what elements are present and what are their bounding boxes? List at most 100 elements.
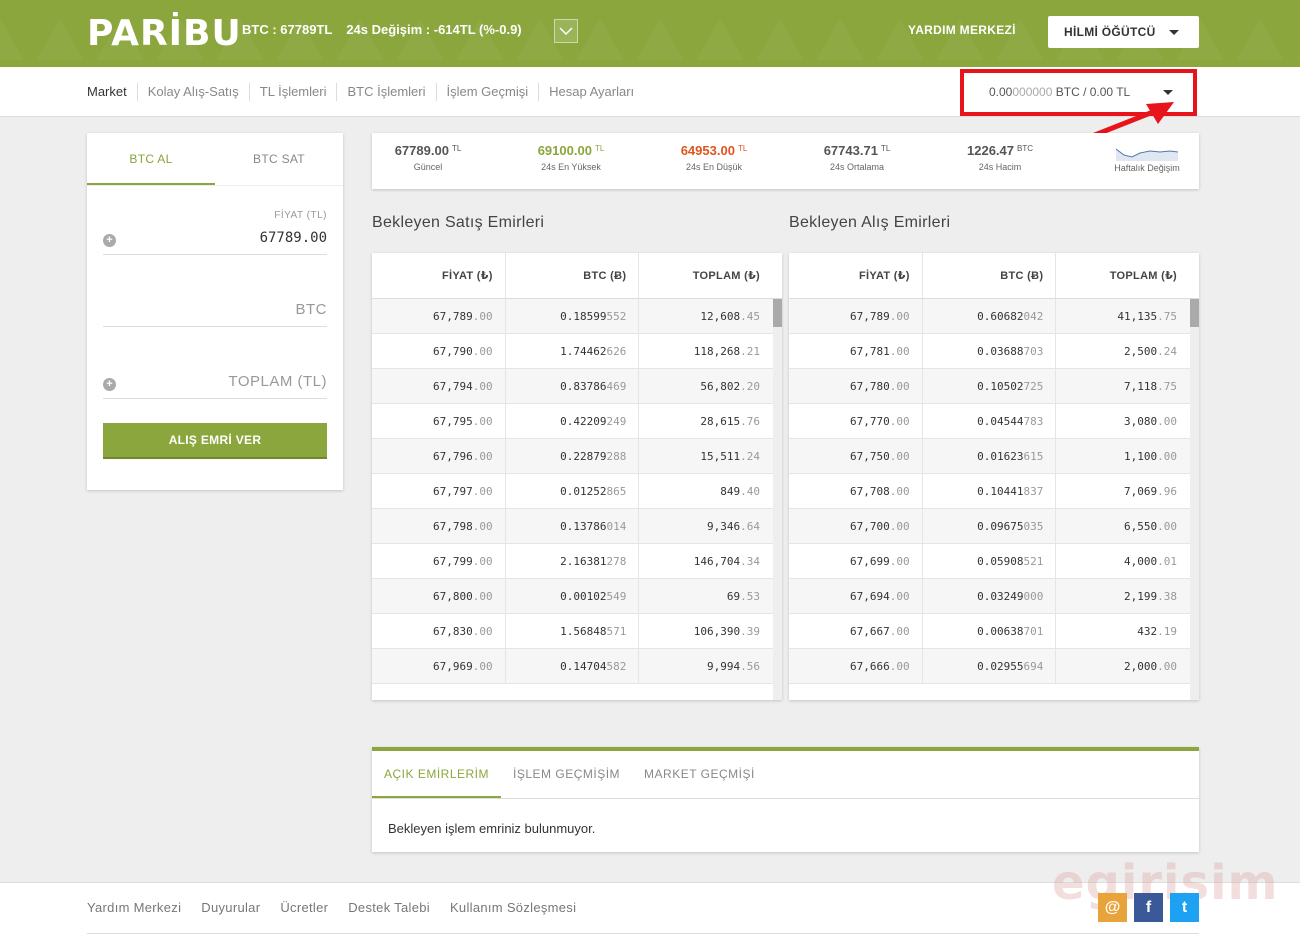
- cell-value: 2,199: [1124, 590, 1158, 603]
- sparkline-chart: [1116, 148, 1178, 161]
- btc-amount-field[interactable]: BTC: [103, 296, 327, 327]
- order-row[interactable]: 67,830.00 1.56848571 106,390.39: [372, 614, 782, 649]
- cell-value: 0.04544: [977, 415, 1024, 428]
- cell-value: 0.00102: [560, 590, 607, 603]
- order-row[interactable]: 67,798.00 0.13786014 9,346.64: [372, 509, 782, 544]
- total-input[interactable]: TOPLAM (TL): [228, 373, 327, 390]
- cell-value: 2,500: [1124, 345, 1158, 358]
- cell-value: 0.03249: [977, 590, 1024, 603]
- cell-decimals: .00: [472, 590, 493, 603]
- order-row[interactable]: 67,795.00 0.42209249 28,615.76: [372, 404, 782, 439]
- footer-link-3[interactable]: Ücretler: [280, 900, 328, 915]
- place-buy-order-button[interactable]: ALIŞ EMRİ VER: [103, 423, 327, 459]
- caret-down-icon: [1169, 30, 1179, 35]
- btc-amount-input[interactable]: BTC: [296, 301, 328, 318]
- order-row[interactable]: 67,700.00 0.09675035 6,550.00: [789, 509, 1199, 544]
- nav-item-6[interactable]: Hesap Ayarları: [538, 83, 644, 101]
- column-header[interactable]: TOPLAM (₺): [639, 253, 782, 298]
- order-row[interactable]: 67,790.00 1.74462626 118,268.21: [372, 334, 782, 369]
- cell-value: 0.03688: [977, 345, 1024, 358]
- cell-value: 432: [1137, 625, 1158, 638]
- footer-links: Yardım Merkezi Duyurular Ücretler Destek Ta…: [87, 900, 596, 915]
- total-field[interactable]: + TOPLAM (TL): [103, 368, 327, 399]
- cell-value: 1.74462: [560, 345, 607, 358]
- column-header[interactable]: BTC (Ƀ): [923, 253, 1057, 298]
- tab-orders-1[interactable]: AÇIK EMİRLERİM: [372, 751, 502, 798]
- cell-decimals: .56: [740, 660, 761, 673]
- order-cell: 2,500.24: [1056, 334, 1199, 368]
- order-row[interactable]: 67,781.00 0.03688703 2,500.24: [789, 334, 1199, 369]
- order-row[interactable]: 67,667.00 0.00638701 432.19: [789, 614, 1199, 649]
- order-cell: 0.10502725: [923, 369, 1057, 403]
- order-row[interactable]: 67,770.00 0.04544783 3,080.00: [789, 404, 1199, 439]
- cell-value: 67,794: [433, 380, 473, 393]
- footer-link-2[interactable]: Duyurular: [201, 900, 260, 915]
- nav-item-5[interactable]: İşlem Geçmişi: [435, 83, 539, 101]
- scrollbar-track[interactable]: [773, 299, 782, 700]
- order-row[interactable]: 67,797.00 0.01252865 849.40: [372, 474, 782, 509]
- order-row[interactable]: 67,800.00 0.00102549 69.53: [372, 579, 782, 614]
- order-row[interactable]: 67,780.00 0.10502725 7,118.75: [789, 369, 1199, 404]
- order-cell: 1.56848571: [506, 614, 640, 648]
- scrollbar-thumb[interactable]: [1190, 299, 1199, 327]
- nav-item-4[interactable]: BTC İşlemleri: [336, 83, 435, 101]
- tab-orders-2[interactable]: İŞLEM GEÇMİŞİM: [501, 751, 632, 798]
- column-header[interactable]: TOPLAM (₺): [1056, 253, 1199, 298]
- nav-item-1[interactable]: Market: [87, 83, 137, 101]
- user-menu-button[interactable]: HİLMİ ÖĞÜTCÜ: [1048, 16, 1199, 48]
- tab-btc-sell[interactable]: BTC SAT: [215, 133, 343, 185]
- column-header[interactable]: FİYAT (₺): [372, 253, 506, 298]
- order-row[interactable]: 67,694.00 0.03249000 2,199.38: [789, 579, 1199, 614]
- order-row[interactable]: 67,796.00 0.22879288 15,511.24: [372, 439, 782, 474]
- price-input[interactable]: 67789.00: [260, 230, 327, 246]
- order-row[interactable]: 67,666.00 0.02955694 2,000.00: [789, 649, 1199, 684]
- footer-link-1[interactable]: Yardım Merkezi: [87, 900, 181, 915]
- tab-btc-buy[interactable]: BTC AL: [87, 133, 215, 185]
- order-row[interactable]: 67,969.00 0.14704582 9,994.56: [372, 649, 782, 684]
- order-row[interactable]: 67,789.00 0.60682042 41,135.75: [789, 299, 1199, 334]
- order-cell: 67,969.00: [372, 649, 506, 683]
- nav-item-3[interactable]: TL İşlemleri: [248, 83, 337, 101]
- footer-link-5[interactable]: Kullanım Sözleşmesi: [450, 900, 576, 915]
- order-cell: 2,199.38: [1056, 579, 1199, 613]
- order-row[interactable]: 67,799.00 2.16381278 146,704.34: [372, 544, 782, 579]
- stat-value: 64953.00 TL: [668, 143, 760, 158]
- order-cell: 28,615.76: [639, 404, 782, 438]
- scrollbar-thumb[interactable]: [773, 299, 782, 327]
- weekly-change-stat[interactable]: Haftalık Değişim: [1102, 143, 1192, 173]
- cell-value: 67,700: [850, 520, 890, 533]
- facebook-icon[interactable]: f: [1134, 893, 1163, 922]
- cell-decimals: .00: [1157, 660, 1178, 673]
- plus-circle-icon[interactable]: +: [103, 234, 116, 247]
- email-icon[interactable]: @: [1098, 893, 1127, 922]
- cell-value: 9,994: [707, 660, 741, 673]
- cell-value: 4,000: [1124, 555, 1158, 568]
- column-header[interactable]: BTC (Ƀ): [506, 253, 640, 298]
- nav-item-2[interactable]: Kolay Alış-Satış: [136, 83, 249, 101]
- order-cell: 146,704.34: [639, 544, 782, 578]
- column-header[interactable]: FİYAT (₺): [789, 253, 923, 298]
- order-row[interactable]: 67,750.00 0.01623615 1,100.00: [789, 439, 1199, 474]
- order-cell: 0.18599552: [506, 299, 640, 333]
- help-center-link[interactable]: YARDIM MERKEZİ: [908, 23, 1016, 37]
- ticker-dropdown-button[interactable]: [554, 19, 578, 43]
- order-row[interactable]: 67,794.00 0.83786469 56,802.20: [372, 369, 782, 404]
- order-row[interactable]: 67,699.00 0.05908521 4,000.01: [789, 544, 1199, 579]
- stat-value: 1226.47 BTC: [954, 143, 1046, 158]
- price-field[interactable]: FİYAT (TL) + 67789.00: [103, 208, 327, 255]
- scrollbar-track[interactable]: [1190, 299, 1199, 700]
- twitter-icon[interactable]: t: [1170, 893, 1199, 922]
- order-row[interactable]: 67,708.00 0.10441837 7,069.96: [789, 474, 1199, 509]
- stat-label: Güncel: [413, 162, 443, 172]
- order-cell: 1,100.00: [1056, 439, 1199, 473]
- cell-value: 15,511: [700, 450, 741, 463]
- paribu-logo[interactable]: PARİBU: [87, 13, 242, 54]
- footer-link-4[interactable]: Destek Talebi: [348, 900, 430, 915]
- cell-value: 0.00638: [977, 625, 1024, 638]
- cell-decimals: .00: [889, 450, 910, 463]
- cell-value: 67,770: [850, 415, 890, 428]
- order-row[interactable]: 67,789.00 0.18599552 12,608.45: [372, 299, 782, 334]
- plus-circle-icon[interactable]: +: [103, 378, 116, 391]
- tab-orders-3[interactable]: MARKET GEÇMİŞİ: [632, 751, 767, 798]
- cell-value: 7,118: [1124, 380, 1158, 393]
